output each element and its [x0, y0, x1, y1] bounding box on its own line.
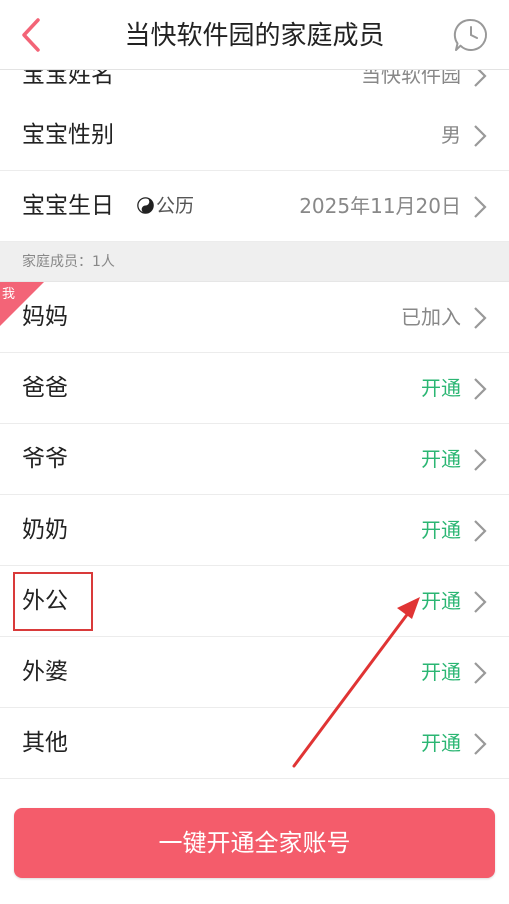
clock-chat-icon[interactable]	[453, 17, 489, 53]
chevron-right-icon	[474, 591, 487, 613]
row-label: 妈妈	[22, 304, 68, 330]
member-row-mother[interactable]: 我 妈妈 已加入	[0, 282, 509, 353]
member-status[interactable]: 开通	[421, 566, 461, 637]
family-section-header: 家庭成员：1人	[0, 242, 509, 282]
row-label: 爷爷	[22, 446, 68, 472]
chevron-right-icon	[474, 662, 487, 684]
member-status[interactable]: 开通	[421, 424, 461, 495]
chevron-right-icon	[474, 70, 487, 87]
row-baby-gender[interactable]: 宝宝性别 男	[0, 100, 509, 171]
row-value: 男	[441, 123, 461, 147]
chevron-right-icon	[474, 307, 487, 329]
member-row-maternal-grandfather[interactable]: 外公 开通	[0, 566, 509, 637]
bottom-bar: 一键开通全家账号	[0, 790, 509, 904]
member-row-maternal-grandmother[interactable]: 外婆 开通	[0, 637, 509, 708]
member-row-father[interactable]: 爸爸 开通	[0, 353, 509, 424]
member-row-other[interactable]: 其他 开通	[0, 708, 509, 779]
row-label: 奶奶	[22, 517, 68, 543]
page-title: 当快软件园的家庭成员	[124, 21, 385, 51]
row-label: 其他	[22, 730, 68, 756]
member-status[interactable]: 开通	[421, 637, 461, 708]
back-arrow-icon[interactable]	[12, 14, 52, 56]
member-status[interactable]: 开通	[421, 708, 461, 779]
activate-all-family-button[interactable]: 一键开通全家账号	[14, 808, 495, 878]
calendar-type[interactable]: 公历	[137, 171, 194, 242]
content-scroll[interactable]: 宝宝姓名 当快软件园 宝宝性别 男 宝宝生日 公历 2025年11月20日 家庭…	[0, 70, 509, 790]
row-label: 宝宝性别	[22, 122, 114, 148]
chevron-right-icon	[474, 125, 487, 147]
chevron-right-icon	[474, 449, 487, 471]
member-status: 已加入	[401, 305, 461, 329]
member-row-paternal-grandfather[interactable]: 爷爷 开通	[0, 424, 509, 495]
chevron-right-icon	[474, 196, 487, 218]
yin-yang-icon	[137, 197, 154, 214]
row-label: 宝宝生日	[22, 193, 114, 219]
top-bar: 当快软件园的家庭成员	[0, 0, 509, 70]
row-label: 爸爸	[22, 375, 68, 401]
chevron-right-icon	[474, 733, 487, 755]
chevron-right-icon	[474, 378, 487, 400]
member-status[interactable]: 开通	[421, 353, 461, 424]
me-badge-label: 我	[2, 287, 16, 302]
row-baby-birthday[interactable]: 宝宝生日 公历 2025年11月20日	[0, 171, 509, 242]
member-status[interactable]: 开通	[421, 495, 461, 566]
row-label: 外婆	[22, 659, 68, 685]
row-value: 2025年11月20日	[299, 194, 461, 218]
member-row-paternal-grandmother[interactable]: 奶奶 开通	[0, 495, 509, 566]
row-label: 外公	[22, 588, 68, 614]
calendar-type-label: 公历	[156, 195, 195, 217]
chevron-right-icon	[474, 520, 487, 542]
family-count: 家庭成员：1人	[22, 254, 115, 270]
